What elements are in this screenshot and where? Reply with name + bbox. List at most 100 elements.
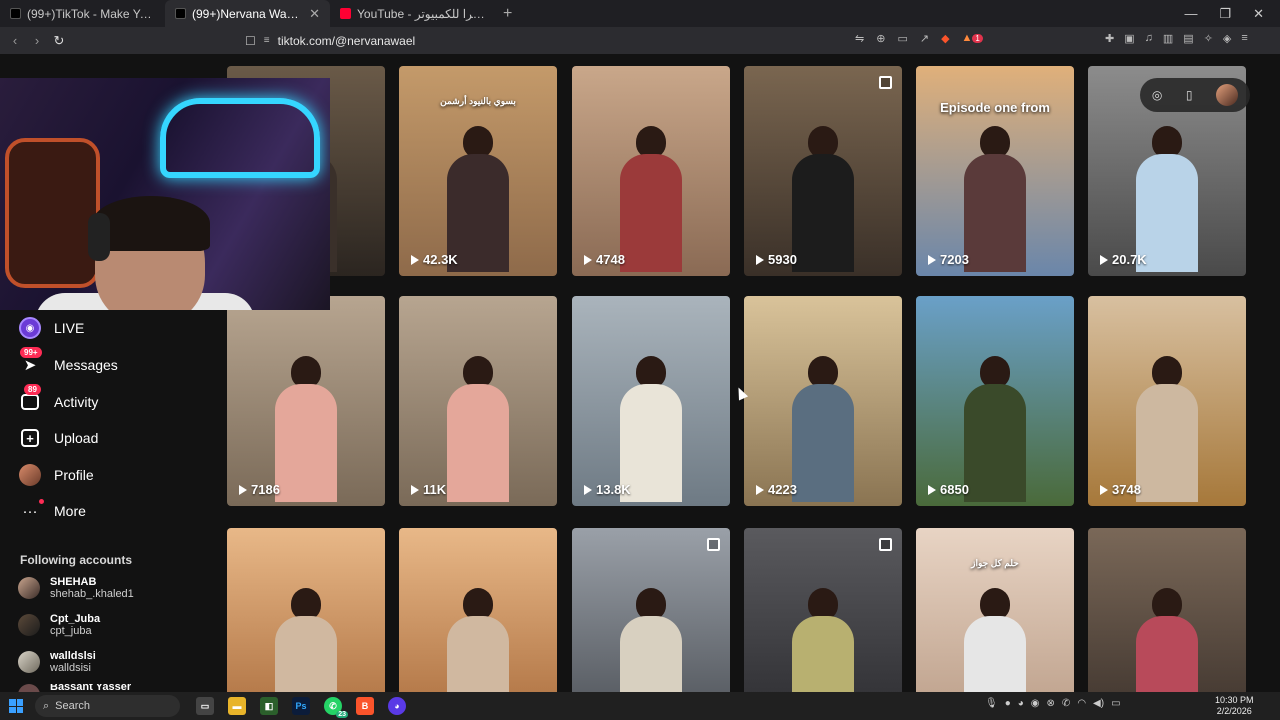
following-account[interactable]: SHEHAB shehab_.khaled1 — [18, 576, 134, 600]
tiktok-icon — [10, 8, 21, 19]
sidebar-item-profile[interactable]: Profile — [18, 463, 94, 487]
sidebar-toggle-icon[interactable]: ▥ — [1163, 32, 1173, 45]
tab-tiktok-home[interactable]: (99+)TikTok - Make Your Day — [0, 0, 165, 27]
video-card[interactable]: 11K — [399, 296, 557, 506]
new-tab-button[interactable]: + — [495, 5, 520, 23]
tab-nervana-profile[interactable]: (99+)Nervana Wael (@nervanawael) ✕ — [165, 0, 330, 27]
discord-icon[interactable]: ◕ — [388, 697, 406, 715]
reload-icon[interactable]: ↻ — [48, 33, 70, 49]
account-avatar — [18, 614, 40, 636]
task-view-icon[interactable]: ▭ — [196, 697, 214, 715]
video-card[interactable]: 13.8K — [572, 296, 730, 506]
activity-badge: 89 — [24, 384, 41, 395]
translate-icon[interactable]: ⇋ — [855, 32, 864, 45]
close-window-icon[interactable]: ✕ — [1253, 6, 1264, 22]
zoom-icon[interactable]: ⊕ — [876, 32, 885, 45]
forward-icon[interactable]: › — [26, 33, 48, 48]
sidebar-item-activity[interactable]: 89 Activity — [18, 384, 98, 414]
photoshop-icon[interactable]: Ps — [292, 697, 310, 715]
following-account[interactable]: Bassant Yasser — [18, 684, 131, 692]
brave-rewards-icon[interactable]: ▲ 1 — [962, 32, 983, 45]
app-icon[interactable]: ◧ — [260, 697, 278, 715]
minimize-icon[interactable]: — — [1184, 6, 1197, 22]
headset — [88, 213, 110, 261]
video-caption: حلم كل جواز — [971, 558, 1019, 568]
sidebar-item-upload[interactable]: + Upload — [18, 426, 98, 450]
brave-browser-icon[interactable]: B — [356, 697, 374, 715]
windows-start-icon[interactable] — [9, 699, 23, 713]
video-card[interactable] — [399, 528, 557, 692]
taskbar-clock[interactable]: 10:30 PM 2/2/2026 — [1215, 695, 1254, 717]
sidebar-item-label: LIVE — [54, 320, 85, 336]
video-card[interactable]: Episode one from 7203 — [916, 66, 1074, 276]
video-grid: بسوي بالنيود أرشمن 42.3K 4748 5930 Episode o… — [227, 66, 1247, 692]
tiktok-icon — [175, 8, 186, 19]
video-card[interactable]: 4748 — [572, 66, 730, 276]
whatsapp-tray-icon[interactable]: ✆ — [1062, 698, 1070, 709]
play-icon — [411, 254, 419, 265]
view-count: 7203 — [928, 252, 969, 267]
volume-icon[interactable]: ◀) — [1093, 698, 1104, 709]
device-icon[interactable]: ▯ — [1186, 88, 1193, 102]
brave-shield-icon[interactable]: ◆ — [941, 32, 949, 45]
following-account[interactable]: Cpt_Juba cpt_juba — [18, 613, 100, 637]
file-explorer-icon[interactable]: ▬ — [228, 697, 246, 715]
sidebar-item-more[interactable]: ··· More — [18, 499, 86, 523]
video-card[interactable]: حلم كل جواز — [916, 528, 1074, 692]
video-card[interactable]: بسوي بالنيود أرشمن 42.3K — [399, 66, 557, 276]
wifi-icon[interactable]: ◠ — [1077, 698, 1086, 709]
wallet-icon[interactable]: ▤ — [1183, 32, 1193, 45]
discord-tray-icon[interactable]: ◕ — [1018, 698, 1024, 709]
leo-ai-icon[interactable]: ✧ — [1204, 32, 1213, 45]
back-icon[interactable]: ‹ — [4, 33, 26, 48]
vpn-icon[interactable]: ◈ — [1223, 32, 1231, 45]
media-icon[interactable]: ♫ — [1145, 32, 1153, 45]
tab-youtube[interactable]: YouTube - أفضل كاميرا للكمبيوتر — [330, 0, 495, 27]
record-icon[interactable]: ● — [1005, 698, 1011, 709]
video-thumbnail-figure — [275, 356, 337, 506]
video-card[interactable]: 7186 — [227, 296, 385, 506]
xbox-icon[interactable]: ⊗ — [1047, 698, 1055, 709]
play-icon — [756, 254, 764, 265]
taskbar-search[interactable]: ⌕ Search — [35, 695, 180, 717]
photo-carousel-icon — [879, 538, 892, 551]
whatsapp-icon[interactable]: ✆ 23 — [324, 697, 348, 718]
following-account[interactable]: walldslsi walldsisi — [18, 650, 96, 674]
video-card[interactable]: 4223 — [744, 296, 902, 506]
menu-icon[interactable]: ≡ — [1241, 32, 1247, 45]
sidebar-item-live[interactable]: ◉ LIVE — [18, 316, 84, 340]
close-tab-icon[interactable]: ✕ — [309, 6, 320, 22]
share-icon[interactable]: ↗ — [920, 32, 929, 45]
mic-icon[interactable]: 🎙 — [985, 698, 998, 709]
video-thumbnail-figure — [620, 588, 682, 692]
video-card[interactable] — [1088, 528, 1246, 692]
play-icon — [756, 484, 764, 495]
video-thumbnail-figure — [964, 356, 1026, 506]
video-card[interactable]: 5930 — [744, 66, 902, 276]
extensions-icon[interactable]: ✚ — [1105, 32, 1114, 45]
video-card[interactable] — [572, 528, 730, 692]
maximize-icon[interactable]: ❐ — [1219, 6, 1231, 22]
tab-label: YouTube - أفضل كاميرا للكمبيوتر — [357, 6, 485, 21]
user-avatar[interactable] — [1216, 84, 1239, 106]
sidebar-item-messages[interactable]: ➤ 99+ Messages — [18, 347, 118, 377]
video-card[interactable] — [744, 528, 902, 692]
battery-icon[interactable]: ▭ — [1111, 698, 1120, 709]
account-avatar — [18, 651, 40, 673]
bookmark-icon[interactable]: ☐ — [245, 34, 256, 48]
play-icon — [239, 484, 247, 495]
video-thumbnail-figure — [1136, 356, 1198, 506]
view-count: 4223 — [756, 482, 797, 497]
steam-icon[interactable]: ◉ — [1031, 698, 1040, 709]
taskbar-apps: ▭ ▬ ◧ Ps ✆ 23 B ◕ — [196, 697, 406, 718]
screenshot-icon[interactable]: ▣ — [1124, 32, 1134, 45]
more-icon: ··· — [18, 499, 44, 523]
site-info-icon[interactable]: ≡ — [264, 35, 270, 46]
video-card[interactable]: 6850 — [916, 296, 1074, 506]
video-thumbnail-figure — [792, 126, 854, 276]
video-card[interactable]: 3748 — [1088, 296, 1246, 506]
activity-icon: 89 — [18, 384, 42, 414]
cast-icon[interactable]: ▭ — [897, 32, 907, 45]
video-card[interactable] — [227, 528, 385, 692]
coins-icon[interactable]: ◎ — [1152, 88, 1162, 102]
